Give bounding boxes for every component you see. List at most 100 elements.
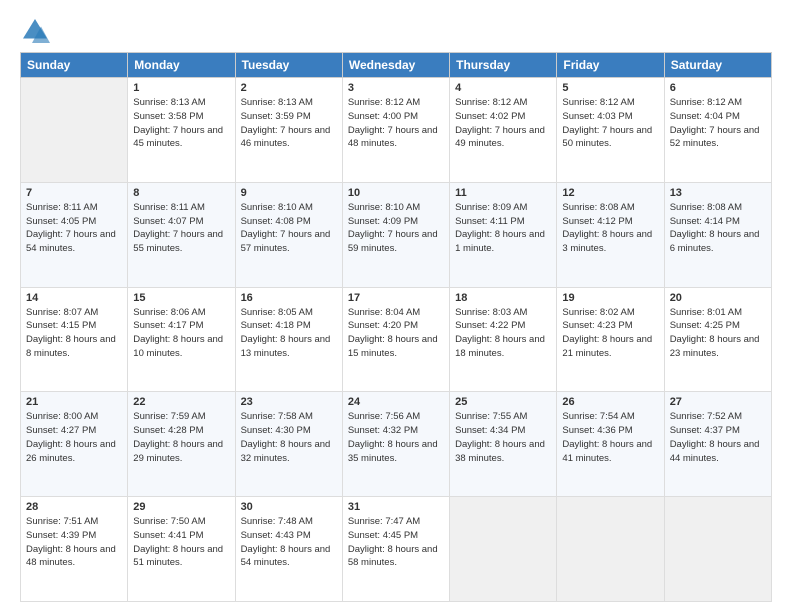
sunrise-label: Sunrise: 8:07 AM xyxy=(26,307,98,318)
day-number: 18 xyxy=(455,292,551,304)
sunset-label: Sunset: 4:43 PM xyxy=(241,530,311,541)
sunset-label: Sunset: 4:23 PM xyxy=(562,320,632,331)
day-number: 19 xyxy=(562,292,658,304)
sunrise-label: Sunrise: 7:50 AM xyxy=(133,516,205,527)
sunset-label: Sunset: 4:20 PM xyxy=(348,320,418,331)
weekday-header-row: SundayMondayTuesdayWednesdayThursdayFrid… xyxy=(21,53,772,78)
day-info: Sunrise: 8:05 AM Sunset: 4:18 PM Dayligh… xyxy=(241,306,337,361)
day-number: 24 xyxy=(348,396,444,408)
day-info: Sunrise: 8:04 AM Sunset: 4:20 PM Dayligh… xyxy=(348,306,444,361)
day-number: 13 xyxy=(670,187,766,199)
sunset-label: Sunset: 4:17 PM xyxy=(133,320,203,331)
week-row-2: 7 Sunrise: 8:11 AM Sunset: 4:05 PM Dayli… xyxy=(21,182,772,287)
day-info: Sunrise: 8:13 AM Sunset: 3:59 PM Dayligh… xyxy=(241,96,337,151)
sunrise-label: Sunrise: 8:06 AM xyxy=(133,307,205,318)
daylight-label: Daylight: 8 hours and 54 minutes. xyxy=(241,544,331,569)
calendar-cell: 26 Sunrise: 7:54 AM Sunset: 4:36 PM Dayl… xyxy=(557,392,664,497)
day-number: 10 xyxy=(348,187,444,199)
sunrise-label: Sunrise: 8:04 AM xyxy=(348,307,420,318)
daylight-label: Daylight: 7 hours and 54 minutes. xyxy=(26,229,116,254)
calendar-cell: 4 Sunrise: 8:12 AM Sunset: 4:02 PM Dayli… xyxy=(450,78,557,183)
calendar-cell: 12 Sunrise: 8:08 AM Sunset: 4:12 PM Dayl… xyxy=(557,182,664,287)
sunrise-label: Sunrise: 8:12 AM xyxy=(348,97,420,108)
calendar-cell: 20 Sunrise: 8:01 AM Sunset: 4:25 PM Dayl… xyxy=(664,287,771,392)
calendar-cell: 2 Sunrise: 8:13 AM Sunset: 3:59 PM Dayli… xyxy=(235,78,342,183)
calendar-cell: 17 Sunrise: 8:04 AM Sunset: 4:20 PM Dayl… xyxy=(342,287,449,392)
sunrise-label: Sunrise: 7:48 AM xyxy=(241,516,313,527)
sunset-label: Sunset: 4:05 PM xyxy=(26,216,96,227)
weekday-header-monday: Monday xyxy=(128,53,235,78)
daylight-label: Daylight: 8 hours and 3 minutes. xyxy=(562,229,652,254)
logo-icon xyxy=(20,16,50,46)
sunrise-label: Sunrise: 8:01 AM xyxy=(670,307,742,318)
sunrise-label: Sunrise: 8:08 AM xyxy=(562,202,634,213)
calendar-cell: 23 Sunrise: 7:58 AM Sunset: 4:30 PM Dayl… xyxy=(235,392,342,497)
day-number: 4 xyxy=(455,82,551,94)
daylight-label: Daylight: 8 hours and 38 minutes. xyxy=(455,439,545,464)
day-info: Sunrise: 8:11 AM Sunset: 4:05 PM Dayligh… xyxy=(26,201,122,256)
weekday-header-friday: Friday xyxy=(557,53,664,78)
day-info: Sunrise: 8:10 AM Sunset: 4:09 PM Dayligh… xyxy=(348,201,444,256)
logo xyxy=(20,16,54,46)
calendar-cell: 5 Sunrise: 8:12 AM Sunset: 4:03 PM Dayli… xyxy=(557,78,664,183)
sunset-label: Sunset: 4:04 PM xyxy=(670,111,740,122)
day-info: Sunrise: 8:09 AM Sunset: 4:11 PM Dayligh… xyxy=(455,201,551,256)
daylight-label: Daylight: 8 hours and 44 minutes. xyxy=(670,439,760,464)
week-row-3: 14 Sunrise: 8:07 AM Sunset: 4:15 PM Dayl… xyxy=(21,287,772,392)
calendar-cell: 1 Sunrise: 8:13 AM Sunset: 3:58 PM Dayli… xyxy=(128,78,235,183)
day-number: 20 xyxy=(670,292,766,304)
sunset-label: Sunset: 4:15 PM xyxy=(26,320,96,331)
sunrise-label: Sunrise: 8:03 AM xyxy=(455,307,527,318)
day-info: Sunrise: 8:12 AM Sunset: 4:04 PM Dayligh… xyxy=(670,96,766,151)
sunrise-label: Sunrise: 8:05 AM xyxy=(241,307,313,318)
week-row-5: 28 Sunrise: 7:51 AM Sunset: 4:39 PM Dayl… xyxy=(21,497,772,602)
calendar-cell: 3 Sunrise: 8:12 AM Sunset: 4:00 PM Dayli… xyxy=(342,78,449,183)
day-number: 17 xyxy=(348,292,444,304)
day-info: Sunrise: 7:47 AM Sunset: 4:45 PM Dayligh… xyxy=(348,515,444,570)
daylight-label: Daylight: 8 hours and 26 minutes. xyxy=(26,439,116,464)
daylight-label: Daylight: 8 hours and 21 minutes. xyxy=(562,334,652,359)
sunrise-label: Sunrise: 8:00 AM xyxy=(26,411,98,422)
sunrise-label: Sunrise: 7:52 AM xyxy=(670,411,742,422)
day-info: Sunrise: 8:13 AM Sunset: 3:58 PM Dayligh… xyxy=(133,96,229,151)
sunset-label: Sunset: 4:34 PM xyxy=(455,425,525,436)
sunset-label: Sunset: 4:00 PM xyxy=(348,111,418,122)
calendar-cell: 27 Sunrise: 7:52 AM Sunset: 4:37 PM Dayl… xyxy=(664,392,771,497)
sunrise-label: Sunrise: 7:54 AM xyxy=(562,411,634,422)
daylight-label: Daylight: 7 hours and 59 minutes. xyxy=(348,229,438,254)
sunset-label: Sunset: 4:03 PM xyxy=(562,111,632,122)
daylight-label: Daylight: 8 hours and 6 minutes. xyxy=(670,229,760,254)
day-number: 29 xyxy=(133,501,229,513)
week-row-4: 21 Sunrise: 8:00 AM Sunset: 4:27 PM Dayl… xyxy=(21,392,772,497)
weekday-header-tuesday: Tuesday xyxy=(235,53,342,78)
day-info: Sunrise: 8:10 AM Sunset: 4:08 PM Dayligh… xyxy=(241,201,337,256)
day-info: Sunrise: 8:08 AM Sunset: 4:14 PM Dayligh… xyxy=(670,201,766,256)
week-row-1: 1 Sunrise: 8:13 AM Sunset: 3:58 PM Dayli… xyxy=(21,78,772,183)
day-info: Sunrise: 7:51 AM Sunset: 4:39 PM Dayligh… xyxy=(26,515,122,570)
day-number: 16 xyxy=(241,292,337,304)
calendar-cell: 6 Sunrise: 8:12 AM Sunset: 4:04 PM Dayli… xyxy=(664,78,771,183)
sunrise-label: Sunrise: 8:10 AM xyxy=(241,202,313,213)
sunset-label: Sunset: 4:08 PM xyxy=(241,216,311,227)
sunset-label: Sunset: 4:09 PM xyxy=(348,216,418,227)
sunset-label: Sunset: 4:25 PM xyxy=(670,320,740,331)
sunrise-label: Sunrise: 8:02 AM xyxy=(562,307,634,318)
daylight-label: Daylight: 7 hours and 49 minutes. xyxy=(455,125,545,150)
day-info: Sunrise: 7:55 AM Sunset: 4:34 PM Dayligh… xyxy=(455,410,551,465)
sunset-label: Sunset: 4:28 PM xyxy=(133,425,203,436)
daylight-label: Daylight: 8 hours and 13 minutes. xyxy=(241,334,331,359)
sunset-label: Sunset: 4:45 PM xyxy=(348,530,418,541)
day-info: Sunrise: 8:12 AM Sunset: 4:00 PM Dayligh… xyxy=(348,96,444,151)
weekday-header-sunday: Sunday xyxy=(21,53,128,78)
day-number: 1 xyxy=(133,82,229,94)
calendar-cell: 8 Sunrise: 8:11 AM Sunset: 4:07 PM Dayli… xyxy=(128,182,235,287)
day-number: 12 xyxy=(562,187,658,199)
daylight-label: Daylight: 7 hours and 50 minutes. xyxy=(562,125,652,150)
sunset-label: Sunset: 4:11 PM xyxy=(455,216,525,227)
day-info: Sunrise: 7:54 AM Sunset: 4:36 PM Dayligh… xyxy=(562,410,658,465)
sunset-label: Sunset: 4:02 PM xyxy=(455,111,525,122)
sunset-label: Sunset: 4:30 PM xyxy=(241,425,311,436)
sunrise-label: Sunrise: 8:13 AM xyxy=(133,97,205,108)
calendar-cell: 31 Sunrise: 7:47 AM Sunset: 4:45 PM Dayl… xyxy=(342,497,449,602)
sunset-label: Sunset: 4:37 PM xyxy=(670,425,740,436)
